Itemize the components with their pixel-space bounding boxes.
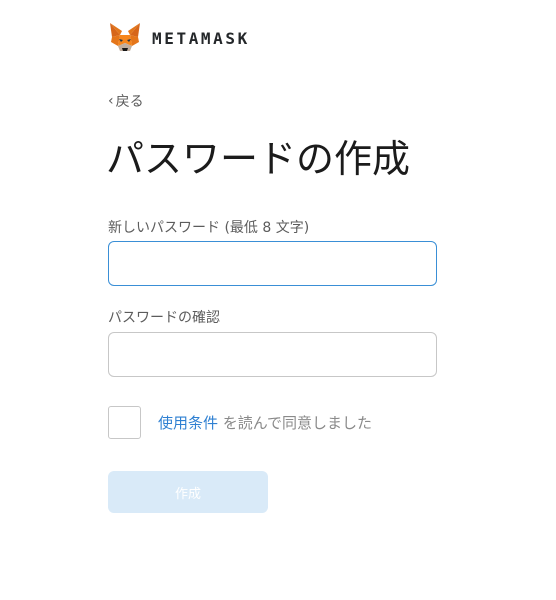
new-password-field[interactable]: [108, 241, 437, 286]
confirm-password-field[interactable]: [108, 332, 437, 377]
terms-agreement: 使用条件 を読んで同意しました: [108, 406, 372, 439]
terms-of-use-link[interactable]: 使用条件: [158, 414, 218, 432]
create-button[interactable]: 作成: [108, 471, 268, 513]
terms-text: 使用条件 を読んで同意しました: [158, 412, 372, 433]
brand-name: METAMASK: [152, 28, 250, 48]
terms-suffix: を読んで同意しました: [218, 414, 373, 432]
confirm-password-label: パスワードの確認: [108, 310, 220, 326]
new-password-label: 新しいパスワード (最低 8 文字): [108, 220, 310, 236]
create-password-page: METAMASK ‹ 戻る パスワードの作成 新しいパスワード (最低 8 文字…: [0, 0, 556, 600]
brand-header: METAMASK: [108, 22, 250, 54]
chevron-left-icon: ‹: [108, 93, 114, 109]
back-link[interactable]: ‹ 戻る: [108, 91, 144, 111]
terms-checkbox[interactable]: [108, 406, 141, 439]
back-label: 戻る: [115, 94, 144, 110]
page-title: パスワードの作成: [106, 137, 411, 181]
metamask-fox-icon: [110, 23, 140, 51]
